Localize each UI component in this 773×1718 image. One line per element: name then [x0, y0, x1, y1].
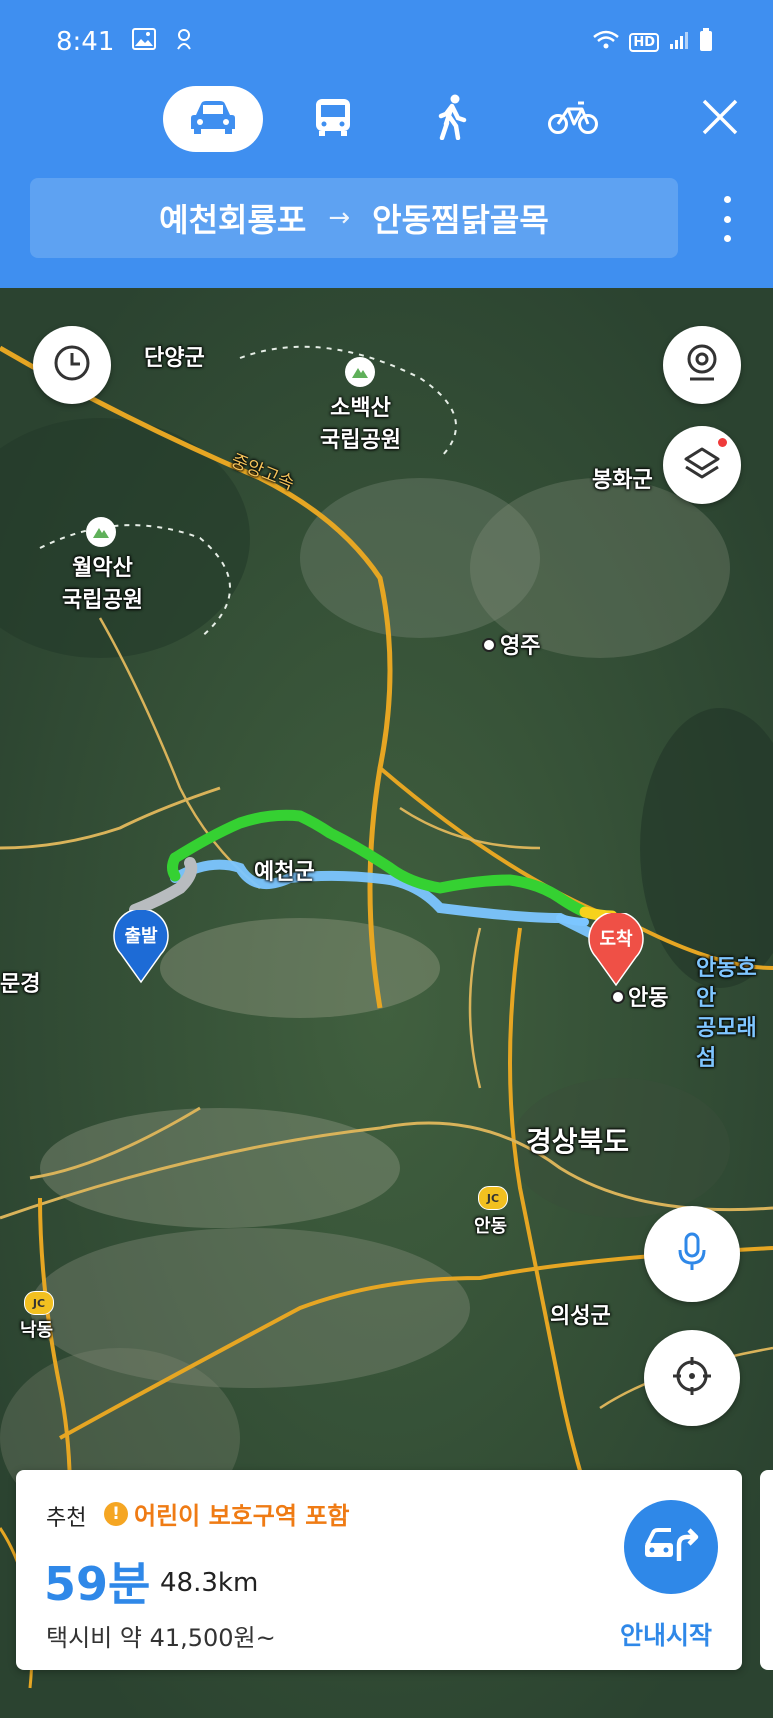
- route-distance: 48.3km: [160, 1568, 259, 1598]
- hd-badge: HD: [629, 32, 659, 52]
- more-dot-icon: [723, 235, 731, 242]
- battery-icon: [699, 27, 713, 57]
- tab-bus[interactable]: [283, 86, 383, 152]
- map-label-andong-lake: 안동호안 공모래섬: [696, 956, 757, 1071]
- more-dot-icon: [723, 215, 731, 223]
- history-button[interactable]: [33, 326, 111, 404]
- tab-walk[interactable]: [403, 86, 503, 152]
- top-header: 8:41 HD 예천회룡포 → 안동찜닭골목: [0, 0, 773, 288]
- map-label-andong-jc: 안동: [474, 1216, 508, 1237]
- status-bar-right: HD: [593, 22, 713, 62]
- more-options-button[interactable]: [717, 196, 737, 242]
- voice-search-button[interactable]: [644, 1206, 740, 1302]
- walk-icon: [436, 94, 470, 144]
- next-route-card-peek[interactable]: [760, 1470, 773, 1670]
- warning-text: 어린이 보호구역 포함: [134, 1502, 350, 1530]
- map-label-yecheon: 예천군: [254, 860, 315, 885]
- current-location-button[interactable]: [644, 1330, 740, 1426]
- school-zone-warning: ! 어린이 보호구역 포함: [104, 1496, 349, 1531]
- wifi-icon: [593, 30, 620, 55]
- map-label-bonghwa: 봉화군: [592, 468, 653, 493]
- tab-car[interactable]: [163, 86, 263, 152]
- start-navigation-button[interactable]: [624, 1500, 718, 1594]
- system-navigation-bar: [0, 1700, 773, 1718]
- route-summary-box[interactable]: 예천회룡포 → 안동찜닭골목: [30, 178, 678, 258]
- mountain-icon: [345, 357, 375, 387]
- more-dot-icon: [723, 196, 731, 203]
- city-marker-icon: [611, 990, 625, 1004]
- clock-icon: [52, 343, 92, 387]
- mountain-icon: [86, 517, 116, 547]
- destination-label: 안동찜닭골목: [372, 201, 549, 239]
- map-label-nakdong: 낙동: [20, 1320, 54, 1341]
- start-navigation-label[interactable]: 안내시작: [620, 1616, 712, 1652]
- taxi-fare: 택시비 약 41,500원~: [46, 1624, 276, 1652]
- map-label-woraksan: 월악산 국립공원: [62, 556, 143, 613]
- cctv-button[interactable]: [663, 326, 741, 404]
- jc-badge: JC: [24, 1291, 54, 1315]
- notification-icon: [174, 27, 194, 58]
- bus-icon: [314, 97, 352, 141]
- route-summary-card[interactable]: 추천 ! 어린이 보호구역 포함 59분 48.3km 택시비 약 41,500…: [16, 1470, 742, 1670]
- layers-button[interactable]: [663, 426, 741, 504]
- start-pin-label: 출발: [124, 926, 158, 947]
- route-arrow: →: [328, 203, 351, 233]
- map-label-uiseong: 의성군: [550, 1304, 611, 1329]
- gallery-icon: [132, 27, 157, 57]
- city-marker-icon: [482, 638, 496, 652]
- close-button[interactable]: [695, 94, 745, 144]
- end-pin[interactable]: 도착: [586, 911, 646, 987]
- bike-icon: [548, 99, 598, 139]
- turn-right-icon: [643, 1525, 699, 1569]
- jc-badge: JC: [478, 1186, 508, 1210]
- status-time: 8:41: [56, 27, 115, 57]
- map-label-danyang: 단양군: [144, 346, 205, 371]
- signal-icon: [669, 30, 689, 55]
- cctv-icon: [684, 343, 720, 387]
- start-pin[interactable]: 출발: [111, 908, 171, 984]
- recommended-tag: 추천: [46, 1506, 87, 1531]
- map-label-mungyeong: 문경: [0, 972, 41, 997]
- map-label-gyeongbuk: 경상북도: [526, 1125, 630, 1158]
- origin-label: 예천회룡포: [159, 201, 307, 239]
- close-icon: [701, 98, 739, 140]
- tab-bike[interactable]: [523, 86, 623, 152]
- route-duration: 59분: [44, 1557, 151, 1611]
- locate-icon: [671, 1355, 713, 1401]
- map-label-sobaeksan: 소백산 국립공원: [320, 396, 401, 453]
- status-bar-left: 8:41: [56, 22, 194, 62]
- warning-icon: !: [104, 1501, 128, 1526]
- end-pin-label: 도착: [599, 929, 633, 950]
- microphone-icon: [677, 1232, 707, 1276]
- map-label-yeongju: 영주: [500, 634, 541, 659]
- car-icon: [190, 99, 236, 139]
- layers-icon: [682, 443, 722, 487]
- transport-mode-tabs: [163, 86, 643, 152]
- notification-dot: [718, 438, 727, 447]
